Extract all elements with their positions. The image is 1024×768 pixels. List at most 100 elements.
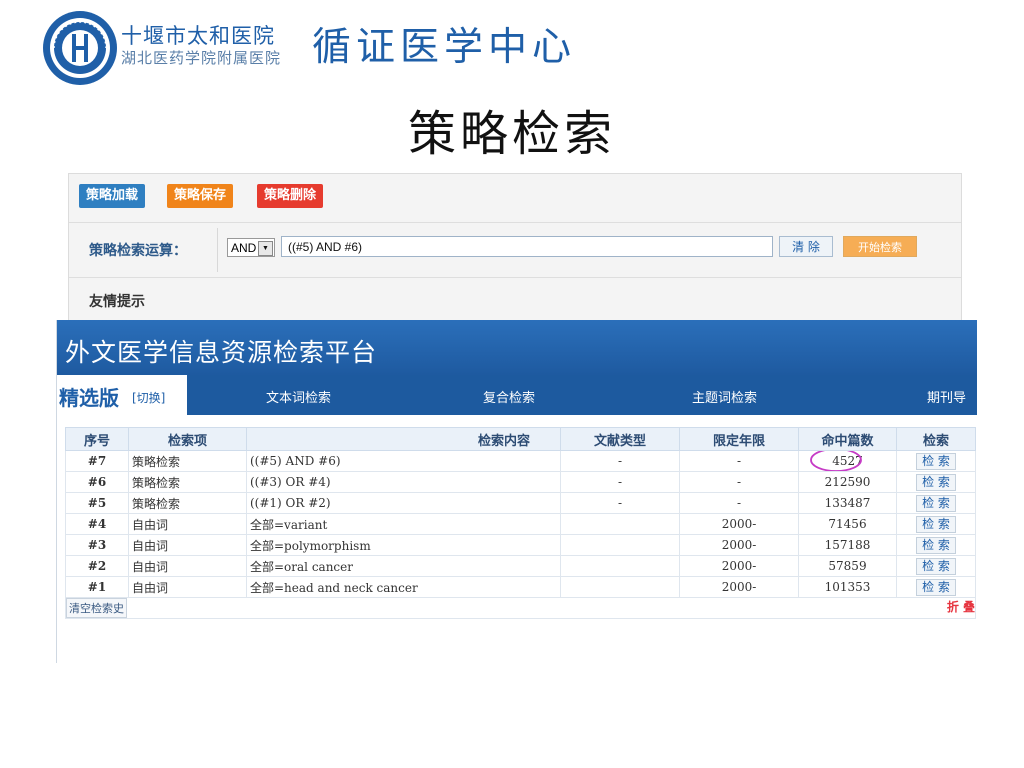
hospital-emblem-icon	[43, 11, 117, 85]
row-hits[interactable]: 133487	[798, 492, 897, 514]
table-row: #7 策略检索 ((#5) AND #6) - - 4527 检 索	[65, 450, 976, 472]
row-type	[560, 534, 680, 556]
row-seq: #2	[65, 555, 129, 577]
row-content: ((#1) OR #2)	[246, 492, 561, 514]
row-hits[interactable]: 157188	[798, 534, 897, 556]
row-limit: -	[679, 450, 799, 472]
row-action-cell: 检 索	[896, 534, 976, 556]
row-search-button[interactable]: 检 索	[916, 494, 956, 512]
row-item: 策略检索	[128, 471, 247, 493]
platform-title: 外文医学信息资源检索平台	[65, 338, 378, 367]
row-content: 全部=head and neck cancer	[246, 576, 561, 598]
strategy-save-button[interactable]: 策略保存	[167, 184, 234, 208]
column-header-item: 检索项	[128, 427, 247, 451]
row-item: 自由词	[128, 555, 247, 577]
edition-switch-link[interactable]: [切换]	[132, 389, 165, 406]
row-type	[560, 576, 680, 598]
tab-subject-search[interactable]: 主题词检索	[692, 387, 757, 406]
strategy-delete-button[interactable]: 策略删除	[257, 184, 324, 208]
slide-title: 策略检索	[407, 106, 616, 162]
column-header-hits: 命中篇数	[798, 427, 897, 451]
divider	[69, 277, 961, 278]
table-row: #3 自由词 全部=polymorphism 2000- 157188 检 索	[65, 534, 976, 556]
fold-link[interactable]: 折 叠	[947, 599, 975, 616]
row-search-button[interactable]: 检 索	[916, 515, 956, 533]
edition-label: 精选版	[59, 386, 119, 410]
platform-banner: 外文医学信息资源检索平台	[57, 320, 977, 375]
row-limit: 2000-	[679, 576, 799, 598]
row-content: 全部=polymorphism	[246, 534, 561, 556]
row-limit: -	[679, 492, 799, 514]
row-type: -	[560, 450, 680, 472]
row-action-cell: 检 索	[896, 513, 976, 535]
row-limit: 2000-	[679, 534, 799, 556]
row-search-button[interactable]: 检 索	[916, 557, 956, 575]
start-search-button[interactable]: 开始检索	[843, 236, 917, 257]
row-search-button[interactable]: 检 索	[916, 473, 956, 491]
row-type: -	[560, 492, 680, 514]
search-platform: 外文医学信息资源检索平台 精选版 [切换] 文本词检索 复合检索 主题词检索 期…	[56, 320, 977, 663]
row-limit: 2000-	[679, 513, 799, 535]
operator-selected-value: AND	[231, 241, 257, 255]
table-footer-row: 清空检索史 折 叠	[65, 597, 976, 619]
center-name: 循证医学中心	[312, 25, 577, 70]
table-row: #5 策略检索 ((#1) OR #2) - - 133487 检 索	[65, 492, 976, 514]
table-row: #6 策略检索 ((#3) OR #4) - - 212590 检 索	[65, 471, 976, 493]
table-header-row: 序号 检索项 检索内容 文献类型 限定年限 命中篇数 检索	[65, 427, 976, 451]
row-search-button[interactable]: 检 索	[916, 578, 956, 596]
row-seq: #7	[65, 450, 129, 472]
row-seq: #4	[65, 513, 129, 535]
row-seq: #5	[65, 492, 129, 514]
row-action-cell: 检 索	[896, 492, 976, 514]
table-row: #1 自由词 全部=head and neck cancer 2000- 101…	[65, 576, 976, 598]
strategy-panel: 策略加载 策略保存 策略删除 策略检索运算： AND ▼ ((#5) AND #…	[68, 173, 962, 323]
dropdown-arrow-icon[interactable]: ▼	[258, 241, 273, 256]
column-header-seq: 序号	[65, 427, 129, 451]
divider	[69, 222, 961, 223]
row-hits[interactable]: 71456	[798, 513, 897, 535]
row-hits-cell: 4527	[798, 450, 897, 472]
table-row: #4 自由词 全部=variant 2000- 71456 检 索	[65, 513, 976, 535]
clear-button[interactable]: 清 除	[779, 236, 833, 257]
highlight-circle-annotation	[810, 451, 862, 471]
column-header-type: 文献类型	[560, 427, 680, 451]
clear-history-button[interactable]: 清空检索史	[66, 598, 127, 618]
row-seq: #1	[65, 576, 129, 598]
hospital-subtitle: 湖北医药学院附属医院	[121, 49, 282, 67]
strategy-operation-label: 策略检索运算：	[89, 243, 187, 259]
table-row: #2 自由词 全部=oral cancer 2000- 57859 检 索	[65, 555, 976, 577]
row-hits[interactable]: 212590	[798, 471, 897, 493]
platform-tabbar: 精选版 [切换] 文本词检索 复合检索 主题词检索 期刊导	[57, 375, 977, 415]
row-content: 全部=oral cancer	[246, 555, 561, 577]
tab-text-search[interactable]: 文本词检索	[266, 387, 331, 406]
operator-select[interactable]: AND ▼	[227, 238, 275, 257]
row-action-cell: 检 索	[896, 471, 976, 493]
row-action-cell: 检 索	[896, 450, 976, 472]
row-limit: 2000-	[679, 555, 799, 577]
row-content: 全部=variant	[246, 513, 561, 535]
column-header-content: 检索内容	[246, 427, 561, 451]
row-search-button[interactable]: 检 索	[916, 536, 956, 554]
row-action-cell: 检 索	[896, 555, 976, 577]
tab-journal-guide[interactable]: 期刊导	[927, 387, 966, 406]
row-search-button[interactable]: 检 索	[916, 452, 956, 470]
row-seq: #3	[65, 534, 129, 556]
row-item: 自由词	[128, 576, 247, 598]
row-item: 策略检索	[128, 450, 247, 472]
table-footer-cell: 清空检索史 折 叠	[65, 597, 976, 619]
hospital-name: 十堰市太和医院	[121, 24, 275, 48]
row-hits[interactable]: 101353	[798, 576, 897, 598]
tab-selected-edition[interactable]: 精选版 [切换]	[57, 375, 187, 415]
column-header-limit: 限定年限	[679, 427, 799, 451]
row-action-cell: 检 索	[896, 576, 976, 598]
column-header-action: 检索	[896, 427, 976, 451]
row-type	[560, 513, 680, 535]
strategy-load-button[interactable]: 策略加载	[79, 184, 146, 208]
row-type: -	[560, 471, 680, 493]
strategy-query-input[interactable]: ((#5) AND #6)	[281, 236, 773, 257]
tab-compound-search[interactable]: 复合检索	[483, 387, 535, 406]
row-hits[interactable]: 57859	[798, 555, 897, 577]
hospital-logo	[40, 8, 120, 88]
row-limit: -	[679, 471, 799, 493]
row-content: ((#3) OR #4)	[246, 471, 561, 493]
